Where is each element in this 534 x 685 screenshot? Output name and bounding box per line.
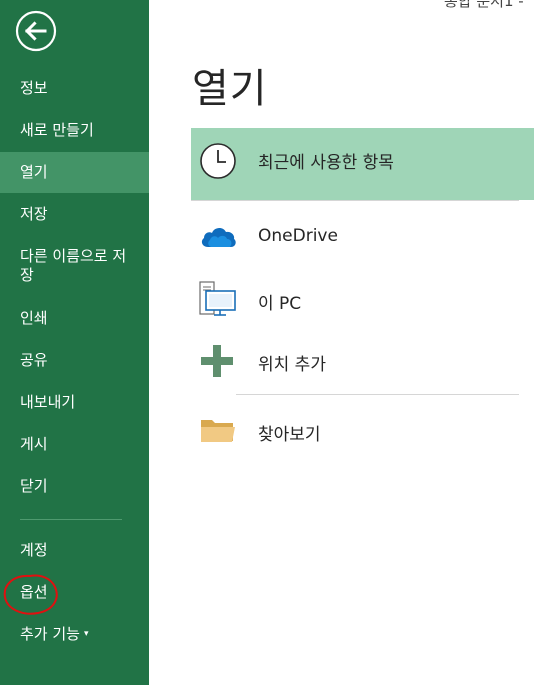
sidebar-item-share[interactable]: 공유 [0,351,149,370]
backstage-sidebar: 정보 새로 만들기 열기 저장 다른 이름으로 저 장 인쇄 공유 내보내기 게… [0,0,149,685]
sidebar-item-new[interactable]: 새로 만들기 [0,121,149,140]
location-browse[interactable]: 찾아보기 [191,408,534,454]
folder-icon [199,416,237,448]
sidebar-item-info[interactable]: 정보 [0,79,149,98]
location-recent[interactable]: 최근에 사용한 항목 [191,138,534,188]
location-label: 이 PC [258,294,302,314]
plus-icon [199,343,235,383]
location-onedrive[interactable]: OneDrive [191,214,534,260]
sidebar-item-export[interactable]: 내보내기 [0,393,149,412]
backstage-view: 정보 새로 만들기 열기 저장 다른 이름으로 저 장 인쇄 공유 내보내기 게… [0,0,534,685]
sidebar-item-options[interactable]: 옵션 [0,583,149,602]
back-button[interactable] [15,10,57,52]
location-label: 최근에 사용한 항목 [258,153,394,173]
location-add-place[interactable]: 위치 추가 [191,338,534,384]
sidebar-item-close[interactable]: 닫기 [0,477,149,496]
sidebar-item-publish[interactable]: 게시 [0,435,149,454]
sidebar-divider [20,519,122,520]
divider [236,394,519,395]
sidebar-item-save[interactable]: 저장 [0,205,149,224]
divider [191,200,519,201]
page-title: 열기 [192,66,268,112]
onedrive-cloud-icon [199,222,237,254]
chevron-down-icon: ▾ [83,629,89,639]
location-label: 찾아보기 [258,425,321,445]
sidebar-item-save-as[interactable]: 다른 이름으로 저 장 [0,247,149,285]
this-pc-icon [199,280,239,322]
sidebar-item-print[interactable]: 인쇄 [0,309,149,328]
sidebar-item-open[interactable]: 열기 [0,152,149,193]
location-this-pc[interactable]: 이 PC [191,276,534,322]
location-label: 위치 추가 [258,355,326,375]
location-label: OneDrive [258,226,338,246]
clock-icon [199,142,237,184]
document-title: 통합 문서1 - [444,0,524,10]
sidebar-item-account[interactable]: 계정 [0,541,149,560]
addins-label: 추가 기능 [20,625,80,643]
back-arrow-icon [15,10,57,52]
sidebar-item-addins[interactable]: 추가 기능 ▾ [0,625,149,644]
